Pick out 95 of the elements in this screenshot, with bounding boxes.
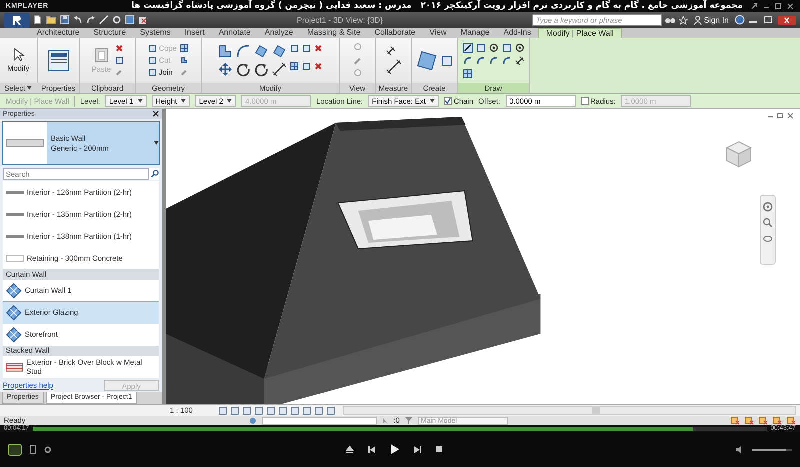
workset-field[interactable] [262, 416, 377, 424]
ribbon-tab[interactable]: View [422, 28, 454, 38]
redo-arrow-icon[interactable] [86, 15, 96, 25]
caret-icon [181, 99, 186, 103]
caret-icon [138, 99, 143, 103]
folder-icon[interactable] [46, 15, 57, 25]
dimension-icon[interactable] [386, 46, 396, 56]
caret-icon [430, 99, 435, 103]
undo-arrow-icon[interactable] [73, 15, 83, 25]
dimension-icon[interactable] [514, 56, 524, 66]
logo-icon [12, 14, 22, 26]
binoculars-icon[interactable] [665, 16, 676, 24]
wall-line-icon [6, 212, 24, 216]
dimension-icon[interactable] [386, 59, 402, 75]
speaker-icon[interactable] [736, 446, 744, 454]
wall-line-icon [6, 234, 24, 238]
person-icon [694, 16, 702, 24]
curtain-grid-icon [6, 304, 22, 320]
dimension-icon[interactable] [272, 62, 287, 77]
next-icon[interactable] [414, 446, 422, 454]
circle-icon[interactable] [514, 42, 524, 52]
close-icon[interactable] [153, 111, 159, 117]
close-icon[interactable] [787, 2, 794, 10]
window-title: Project1 - 3D View: {3D} [296, 16, 384, 24]
restore-icon[interactable] [763, 16, 775, 24]
ribbon-tab[interactable]: Architecture [30, 28, 87, 38]
magnifier-icon[interactable] [763, 218, 773, 228]
ribbon-tab[interactable]: Insert [178, 28, 212, 38]
ribbon-tab[interactable]: Modify | Place Wall [538, 28, 622, 38]
sign-in-button[interactable]: Sign In [691, 16, 732, 24]
ribbon-tab[interactable]: Add-Ins [496, 28, 538, 38]
four-arrows-icon[interactable] [218, 62, 233, 77]
steering-wheel-icon[interactable] [763, 202, 773, 212]
cross-icon[interactable] [115, 44, 124, 53]
restore-icon[interactable] [777, 113, 784, 119]
square-icon[interactable] [302, 44, 311, 53]
selection-filter-icon[interactable] [759, 416, 768, 424]
wall-preview-icon [6, 139, 44, 147]
curtain-grid-icon [6, 282, 22, 298]
selection-filter-icon[interactable] [787, 416, 796, 424]
wall-swatch-icon [6, 254, 24, 262]
cursor-icon[interactable] [12, 48, 26, 62]
ribbon-tab[interactable]: Structure [86, 28, 134, 38]
selection-filter-icon[interactable] [745, 416, 754, 424]
new-file-icon[interactable] [33, 15, 43, 25]
square-icon[interactable] [148, 68, 158, 77]
wall-line-icon [6, 190, 24, 194]
ribbon-tab[interactable]: Systems [133, 28, 178, 38]
caret-icon [154, 141, 159, 145]
ribbon-tab[interactable]: Manage [454, 28, 497, 38]
stop-icon[interactable] [436, 446, 442, 453]
search-icon[interactable] [151, 170, 159, 178]
square-icon[interactable] [115, 56, 124, 65]
square-icon[interactable] [290, 44, 299, 53]
eject-icon[interactable] [346, 446, 354, 454]
circle-icon[interactable] [488, 42, 498, 52]
application-button[interactable] [4, 12, 30, 28]
maximize-icon[interactable] [775, 2, 782, 10]
ribbon-tab[interactable]: Collaborate [368, 28, 423, 38]
orbit-icon[interactable] [763, 234, 773, 244]
play-icon[interactable] [390, 444, 400, 455]
stacked-wall-icon [6, 362, 24, 372]
square-icon[interactable] [502, 42, 512, 52]
grid-icon[interactable] [180, 44, 189, 53]
caret-icon [27, 86, 32, 90]
pin-icon[interactable] [751, 2, 758, 10]
circular-arrow-icon[interactable] [254, 62, 269, 77]
star-icon[interactable] [679, 16, 688, 24]
cross-icon[interactable] [314, 44, 323, 53]
save-icon[interactable] [60, 15, 70, 25]
selection-filter-icon[interactable] [731, 416, 740, 424]
close-icon[interactable] [778, 16, 796, 24]
sheet-icon[interactable] [48, 50, 70, 72]
curtain-grid-icon [6, 326, 22, 342]
video-title: مجموعه آموزشی جامع . گام به گام و کاربردی نرم افزار رویت آرکیتکچر ۲۰۱۶ مدرس : سعید فدایی ( تیچرمن ) گروه آموزشی پادشاه گرافیست ها [130, 1, 743, 11]
circular-arrow-icon[interactable] [236, 62, 251, 77]
help-icon[interactable] [735, 15, 745, 25]
selection-filter-icon[interactable] [773, 416, 782, 424]
previous-icon[interactable] [368, 446, 376, 454]
square-icon[interactable] [476, 42, 486, 52]
grid-icon[interactable] [290, 62, 299, 71]
arc-icon[interactable] [236, 44, 251, 59]
close-windows-icon[interactable] [138, 15, 148, 25]
ribbon-tab[interactable]: Annotate [212, 28, 258, 38]
square-icon[interactable] [302, 62, 311, 71]
caret-icon [227, 99, 232, 103]
workset-icon[interactable] [248, 416, 257, 424]
ribbon-tab[interactable]: Massing & Site [300, 28, 368, 38]
check-icon [444, 98, 451, 104]
square-icon[interactable] [441, 54, 453, 66]
grid-icon[interactable] [462, 68, 472, 78]
horizontal-scrollbar[interactable] [343, 406, 796, 415]
ribbon-tab[interactable]: Analyze [258, 28, 300, 38]
line-icon[interactable] [462, 42, 472, 52]
cross-icon[interactable] [314, 62, 323, 71]
